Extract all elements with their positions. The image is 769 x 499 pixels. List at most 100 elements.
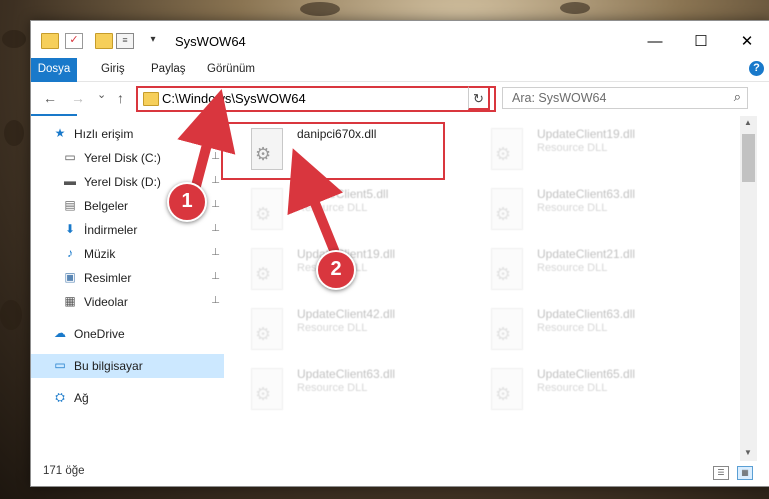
window-title: SysWOW64 (175, 34, 246, 49)
sidebar-item[interactable]: ♪ Müzik ⊥ (31, 242, 224, 266)
dll-file-icon: ⚙ (251, 308, 283, 350)
dll-file-icon: ⚙ (251, 248, 283, 290)
pictures-icon: ▣ (64, 270, 76, 284)
maximize-button[interactable]: ☐ (678, 21, 724, 61)
gear-icon: ⚙ (255, 204, 272, 224)
details-view-icon[interactable]: ☰ (713, 466, 729, 480)
pin-icon[interactable]: ⊥ (211, 175, 220, 186)
file-type: Resource DLL (297, 322, 368, 334)
gear-icon: ⚙ (255, 324, 272, 344)
dll-file-icon: ⚙ (251, 368, 283, 410)
step-2-badge: 2 (316, 250, 356, 290)
sidebar-item-label: Ağ (74, 391, 89, 405)
wallpaper-spot (300, 2, 340, 16)
dll-file-icon: ⚙ (251, 188, 283, 230)
gear-icon: ⚙ (495, 204, 512, 224)
sidebar-item[interactable]: ▣ Resimler ⊥ (31, 266, 224, 290)
file-type: Resource DLL (537, 322, 608, 334)
music-icon: ♪ (67, 246, 73, 260)
dropdown-arrow-icon[interactable]: ▾ (145, 33, 161, 47)
sidebar-item[interactable]: ▭ Bu bilgisayar (31, 354, 224, 378)
highlight-box (221, 122, 445, 180)
pin-icon[interactable]: ⊥ (211, 223, 220, 234)
star-icon: ★ (54, 126, 66, 140)
file-list: ⚙ danipci670x.dll ⚙ UpdateClient5.dll Resour… (221, 116, 742, 451)
cloud-icon: ☁ (54, 326, 66, 340)
pin-icon[interactable]: ⊥ (211, 199, 220, 210)
back-button[interactable]: ← (43, 90, 57, 106)
gear-icon: ⚙ (495, 144, 512, 164)
up-button[interactable]: ↑ (117, 90, 124, 106)
address-bar[interactable]: C:\Windows\SysWOW64 ⌄ (136, 86, 496, 112)
explorer-window: ✓ ≡ ▾ SysWOW64 — ☐ ✕ Dosya Giriş Paylaş … (30, 20, 769, 487)
file-item[interactable]: ⚙ UpdateClient42.dll Resource DLL (227, 304, 457, 362)
sidebar-item[interactable]: ★ Hızlı erişim (31, 122, 224, 146)
file-type: Resource DLL (537, 202, 608, 214)
vertical-scrollbar[interactable]: ▲ ▼ (740, 116, 757, 461)
wallpaper-spot (4, 120, 24, 146)
sidebar-item-label: Hızlı erişim (74, 127, 134, 141)
sidebar-item[interactable]: ⬇ İndirmeler ⊥ (31, 218, 224, 242)
documents-icon: ▤ (64, 198, 76, 212)
file-name: UpdateClient63.dll (537, 187, 636, 201)
sidebar-item-label: Bu bilgisayar (74, 359, 143, 373)
file-item[interactable]: ⚙ UpdateClient63.dll Resource DLL (227, 364, 457, 422)
forward-button[interactable]: → (71, 90, 85, 106)
file-name: UpdateClient63.dll (537, 307, 636, 321)
gear-icon: ⚙ (255, 384, 272, 404)
file-item[interactable]: ⚙ UpdateClient19.dllResource DLL (467, 124, 697, 182)
title-bar: ✓ ≡ ▾ SysWOW64 — ☐ ✕ (31, 21, 769, 61)
sidebar-item-label: Belgeler (84, 199, 129, 213)
drive-icon: ▬ (64, 174, 76, 188)
sidebar-item-label: İndirmeler (84, 223, 138, 237)
file-item[interactable]: ⚙ UpdateClient63.dll Resource DLL (467, 304, 697, 362)
file-type: Resource DLL (537, 262, 608, 274)
search-input[interactable]: Ara: SysWOW64 ⌕ (502, 87, 748, 109)
file-item[interactable]: ⚙ UpdateClient63.dll Resource DLL (467, 184, 697, 242)
network-icon: ⛭ (55, 390, 65, 404)
help-button[interactable]: ? (749, 61, 764, 76)
dll-file-icon: ⚙ (491, 188, 523, 230)
wallpaper-spot (2, 30, 26, 48)
pin-icon[interactable]: ⊥ (211, 271, 220, 282)
tab-share[interactable]: Paylaş (151, 58, 186, 81)
pin-icon[interactable]: ⊥ (211, 295, 220, 306)
sidebar-item-label: Videolar (84, 295, 128, 309)
downloads-icon: ⬇ (64, 222, 76, 236)
pin-icon[interactable]: ⊥ (211, 247, 220, 258)
wallpaper-spot (0, 300, 22, 330)
search-icon[interactable]: ⌕ (734, 89, 741, 105)
dll-file-icon: ⚙ (491, 308, 523, 350)
file-item[interactable]: ⚙ UpdateClient5.dll Resource DLL (227, 184, 457, 242)
sidebar-item[interactable]: ⛭ Ağ (31, 386, 224, 410)
sidebar-item[interactable]: ▭ Yerel Disk (C:) ⊥ (31, 146, 224, 170)
navigation-pane: ★ Hızlı erişim ▭ Yerel Disk (C:) ⊥ ▬ Yerel Dis… (31, 116, 226, 466)
refresh-button[interactable]: ↻ (468, 86, 490, 110)
sidebar-item[interactable]: ☁ OneDrive (31, 322, 224, 346)
recent-locations-button[interactable]: ⌄ (97, 88, 106, 101)
properties-check-icon[interactable]: ✓ (65, 33, 83, 49)
scroll-up-icon[interactable]: ▲ (744, 118, 752, 127)
view-options-icon[interactable]: ≡ (116, 33, 134, 49)
address-path[interactable]: C:\Windows\SysWOW64 (162, 91, 306, 106)
sidebar-item-label: OneDrive (74, 327, 125, 341)
sidebar-item-label: Yerel Disk (C:) (84, 151, 161, 165)
file-name: UpdateClient19.dll (537, 127, 636, 141)
file-item[interactable]: ⚙ UpdateClient21.dll Resource DLL (467, 244, 697, 302)
gear-icon: ⚙ (495, 264, 512, 284)
navigation-bar: ← → ⌄ ↑ C:\Windows\SysWOW64 ⌄ ↻ Ara: Sys… (31, 82, 769, 114)
wallpaper-spot (560, 2, 590, 14)
tab-home[interactable]: Giriş (101, 58, 125, 81)
file-item[interactable]: ⚙ UpdateClient65.dll Resource DLL (467, 364, 697, 422)
step-1-badge: 1 (167, 182, 207, 222)
minimize-button[interactable]: — (632, 21, 678, 61)
large-icons-view-icon[interactable]: ▦ (737, 466, 753, 480)
pin-icon[interactable]: ⊥ (211, 151, 220, 162)
close-button[interactable]: ✕ (724, 21, 769, 61)
tab-view[interactable]: Görünüm (207, 58, 255, 81)
new-folder-icon[interactable] (95, 33, 113, 49)
sidebar-item[interactable]: ▦ Videolar ⊥ (31, 290, 224, 314)
scroll-down-icon[interactable]: ▼ (744, 448, 752, 457)
scrollbar-thumb[interactable] (742, 134, 755, 182)
dll-file-icon: ⚙ (491, 368, 523, 410)
